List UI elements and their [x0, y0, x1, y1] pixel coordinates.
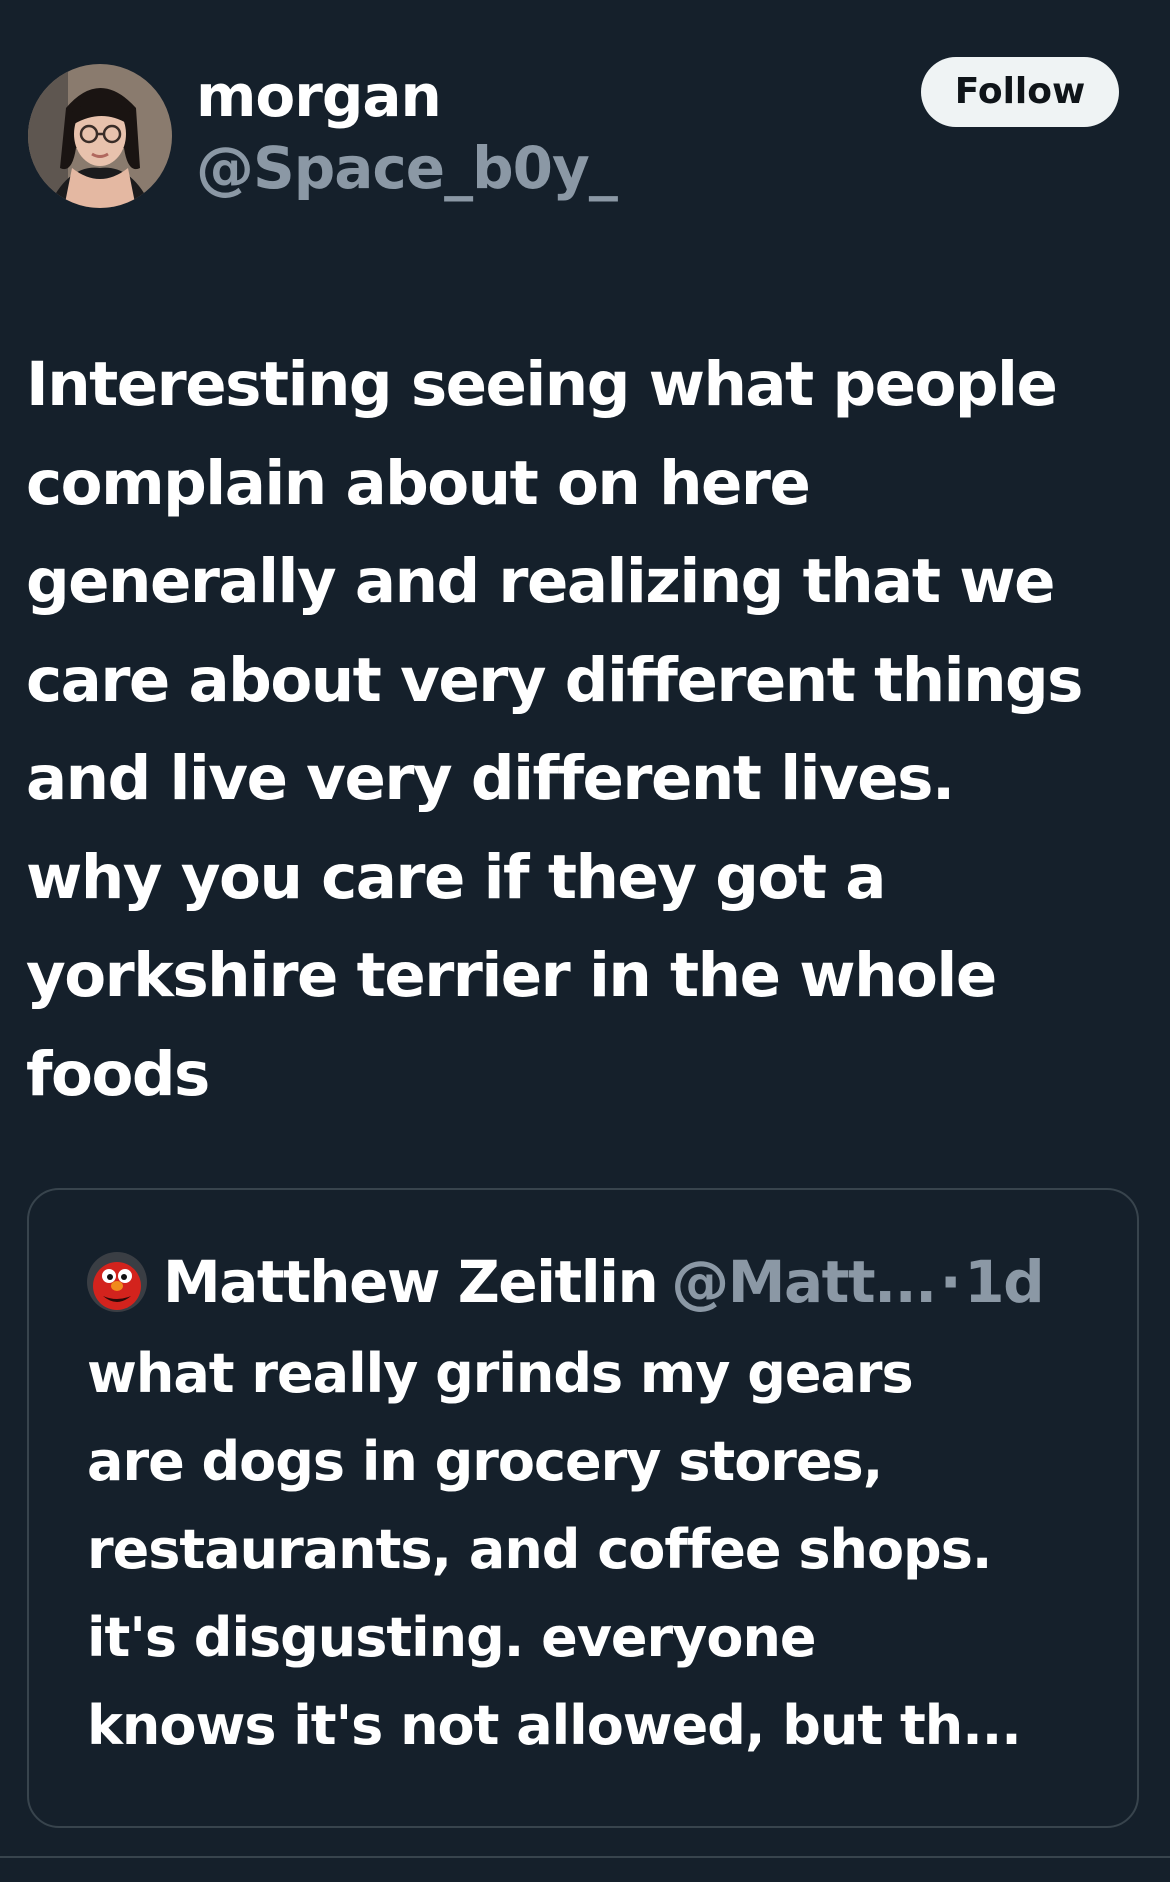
post-text: Interesting seeing what people complain … — [26, 349, 1084, 1110]
quoted-post-separator: · — [939, 1248, 962, 1316]
quoted-author-avatar[interactable] — [87, 1252, 147, 1312]
quoted-author-display-name[interactable]: Matthew Zeitlin — [163, 1244, 659, 1320]
author-avatar[interactable] — [28, 64, 172, 208]
follow-button[interactable]: Follow — [921, 57, 1119, 127]
author-display-name[interactable]: morgan — [196, 60, 617, 132]
quoted-post-header: Matthew Zeitlin @Matt... · 1d — [87, 1244, 1045, 1320]
author-info: morgan @Space_b0y_ — [196, 60, 618, 204]
quoted-post-timestamp[interactable]: 1d — [964, 1244, 1044, 1320]
quoted-post-text: what really grinds my gears are dogs in … — [87, 1342, 1022, 1757]
profile-photo-icon — [28, 64, 172, 208]
quoted-post-card[interactable]: Matthew Zeitlin @Matt... · 1d what reall… — [27, 1188, 1139, 1828]
bottom-divider — [0, 1856, 1170, 1858]
elmo-avatar-icon — [87, 1252, 147, 1312]
author-handle[interactable]: @Space_b0y_ — [196, 132, 618, 204]
quoted-author-handle[interactable]: @Matt... — [671, 1244, 937, 1320]
post-card: morgan @Space_b0y_ Follow Interesting se… — [0, 0, 1170, 1882]
